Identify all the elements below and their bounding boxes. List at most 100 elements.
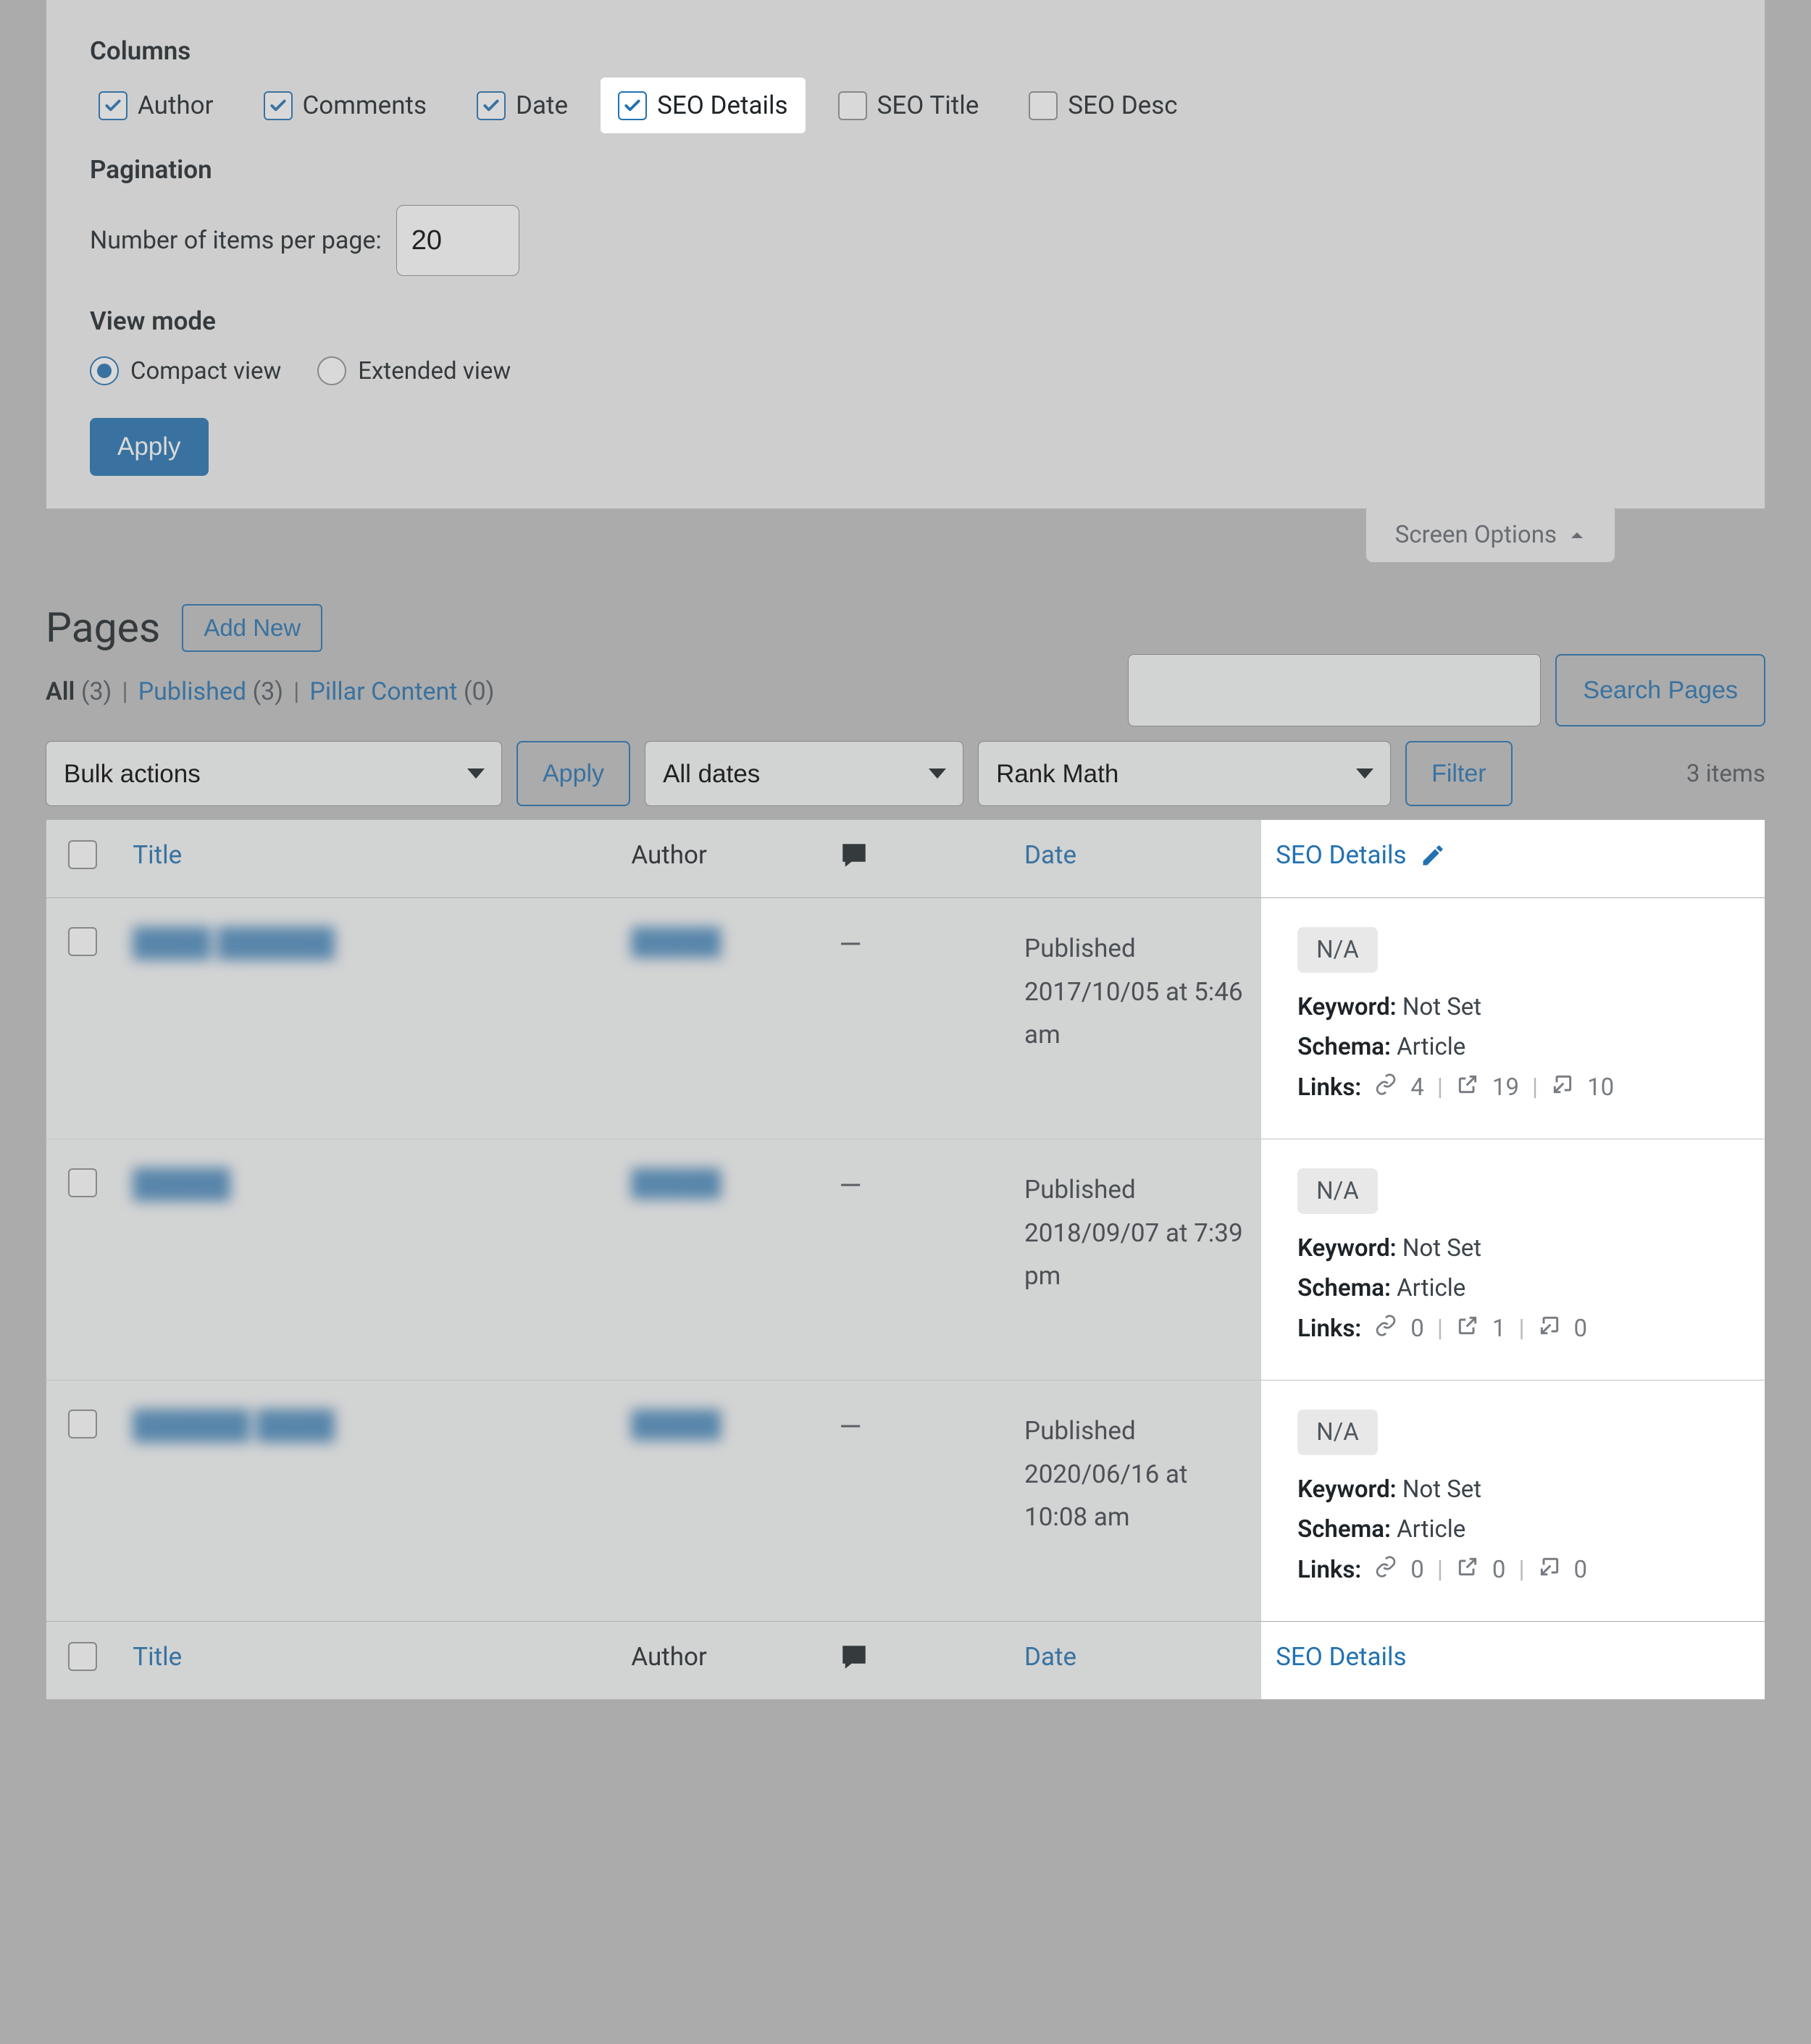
viewmode-compact-view[interactable]: Compact view — [90, 356, 281, 385]
screen-options-panel: Columns Author Comments Date SEO Details SEO… — [46, 0, 1765, 509]
col-date-footer[interactable]: Date — [1010, 1622, 1261, 1700]
row-checkbox[interactable] — [68, 927, 97, 956]
row-title[interactable]: ████ ██████ — [133, 927, 335, 959]
viewmode-heading: View mode — [90, 306, 1721, 336]
search-button[interactable]: Search Pages — [1555, 654, 1765, 726]
col-date[interactable]: Date — [1010, 820, 1261, 898]
seo-keyword: Keyword: Not Set — [1297, 1234, 1750, 1262]
table-row: █████ █████ — Published2018/09/07 at 7:3… — [46, 1139, 1765, 1381]
filter-button[interactable]: Filter — [1405, 741, 1513, 806]
checkbox-icon — [477, 91, 506, 120]
seo-schema: Schema: Article — [1297, 1274, 1750, 1302]
select-all-checkbox[interactable] — [68, 840, 97, 869]
page-title: Pages — [46, 603, 160, 652]
add-new-button[interactable]: Add New — [182, 604, 322, 652]
link-internal-icon — [1374, 1314, 1397, 1344]
pagination-heading: Pagination — [90, 155, 1721, 185]
seo-keyword: Keyword: Not Set — [1297, 993, 1750, 1021]
column-toggle-seo-desc[interactable]: SEO Desc — [1020, 86, 1186, 125]
comments-dash: — — [839, 927, 861, 961]
checkbox-icon — [838, 91, 867, 120]
seo-score-badge: N/A — [1297, 1168, 1378, 1214]
seo-links: Links: 0 | 1 | 0 — [1297, 1314, 1750, 1344]
row-checkbox[interactable] — [68, 1168, 97, 1197]
checkbox-icon — [264, 91, 293, 120]
column-toggle-author[interactable]: Author — [90, 86, 222, 125]
column-toggle-comments[interactable]: Comments — [255, 86, 436, 125]
row-date: Published2020/06/16 at 10:08 am — [1010, 1381, 1261, 1622]
view-all[interactable]: All (3) — [46, 677, 112, 706]
col-comments-footer[interactable] — [824, 1622, 1010, 1700]
viewmode-extended-view[interactable]: Extended view — [317, 356, 511, 385]
row-title[interactable]: ██████ ████ — [133, 1410, 335, 1441]
column-toggle-seo-title[interactable]: SEO Title — [829, 86, 988, 125]
col-title-footer[interactable]: Title — [118, 1622, 616, 1700]
checkbox-icon — [618, 91, 647, 120]
comments-dash: — — [839, 1168, 861, 1202]
select-all-checkbox-footer[interactable] — [68, 1642, 97, 1671]
rankmath-filter-select[interactable]: Rank Math — [978, 741, 1391, 806]
view-pillar[interactable]: Pillar Content (0) — [309, 677, 494, 706]
link-internal-icon — [1374, 1073, 1397, 1102]
row-seo-details: N/A Keyword: Not Set Schema: Article Lin… — [1261, 1139, 1765, 1381]
screen-options-tab-label: Screen Options — [1395, 521, 1557, 549]
items-count: 3 items — [1686, 760, 1765, 788]
bulk-apply-button[interactable]: Apply — [516, 741, 630, 806]
col-title[interactable]: Title — [118, 820, 616, 898]
column-toggle-seo-details[interactable]: SEO Details — [601, 78, 806, 133]
link-external-icon — [1456, 1555, 1479, 1585]
search-input[interactable] — [1128, 654, 1541, 726]
col-author: Author — [616, 820, 824, 898]
tablenav-top: Bulk actions Apply All dates Rank Math F… — [46, 741, 1765, 806]
col-comments[interactable] — [824, 820, 1010, 898]
link-incoming-icon — [1538, 1314, 1561, 1344]
link-incoming-icon — [1538, 1555, 1561, 1585]
caret-up-icon — [1568, 527, 1586, 544]
columns-heading: Columns — [90, 36, 1721, 66]
screen-options-tab[interactable]: Screen Options — [1365, 508, 1615, 563]
table-row: ████ ██████ █████ — Published2017/10/05 … — [46, 898, 1765, 1139]
per-page-label: Number of items per page: — [90, 226, 382, 255]
table-row: ██████ ████ █████ — Published2020/06/16 … — [46, 1381, 1765, 1622]
bulk-actions-select[interactable]: Bulk actions — [46, 741, 502, 806]
comment-icon — [839, 1642, 869, 1672]
col-seo-details-footer[interactable]: SEO Details — [1261, 1622, 1765, 1700]
row-date: Published2018/09/07 at 7:39 pm — [1010, 1139, 1261, 1381]
row-author[interactable]: █████ — [631, 1410, 721, 1439]
pages-table: Title Author Date SEO Details ████ █████… — [46, 819, 1765, 1700]
radio-icon — [90, 356, 119, 385]
link-incoming-icon — [1551, 1073, 1574, 1102]
seo-score-badge: N/A — [1297, 927, 1378, 973]
seo-schema: Schema: Article — [1297, 1033, 1750, 1061]
pagination-row: Number of items per page: — [90, 205, 1721, 276]
search-row: Search Pages — [46, 654, 1765, 726]
row-seo-details: N/A Keyword: Not Set Schema: Article Lin… — [1261, 1381, 1765, 1622]
pencil-icon — [1420, 842, 1446, 868]
seo-links: Links: 0 | 0 | 0 — [1297, 1555, 1750, 1585]
view-published[interactable]: Published (3) — [138, 677, 283, 706]
dates-filter-select[interactable]: All dates — [645, 741, 963, 806]
radio-icon — [317, 356, 346, 385]
per-page-input[interactable] — [396, 205, 519, 276]
comments-dash: — — [839, 1410, 861, 1444]
row-seo-details: N/A Keyword: Not Set Schema: Article Lin… — [1261, 898, 1765, 1139]
comment-icon — [839, 840, 869, 871]
column-toggle-date[interactable]: Date — [468, 86, 577, 125]
checkbox-icon — [99, 91, 127, 120]
checkbox-icon — [1029, 91, 1058, 120]
seo-links: Links: 4 | 19 | 10 — [1297, 1073, 1750, 1102]
link-internal-icon — [1374, 1555, 1397, 1585]
row-checkbox[interactable] — [68, 1410, 97, 1438]
seo-score-badge: N/A — [1297, 1410, 1378, 1455]
page-header: Pages Add New — [46, 603, 1765, 652]
col-author-footer: Author — [616, 1622, 824, 1700]
col-seo-details[interactable]: SEO Details — [1261, 820, 1765, 898]
seo-schema: Schema: Article — [1297, 1515, 1750, 1544]
row-author[interactable]: █████ — [631, 927, 721, 957]
seo-keyword: Keyword: Not Set — [1297, 1475, 1750, 1504]
row-author[interactable]: █████ — [631, 1168, 721, 1198]
link-external-icon — [1456, 1073, 1479, 1102]
viewmode-row: Compact view Extended view — [90, 356, 1721, 385]
row-title[interactable]: █████ — [133, 1168, 230, 1200]
screen-options-apply-button[interactable]: Apply — [90, 418, 209, 476]
